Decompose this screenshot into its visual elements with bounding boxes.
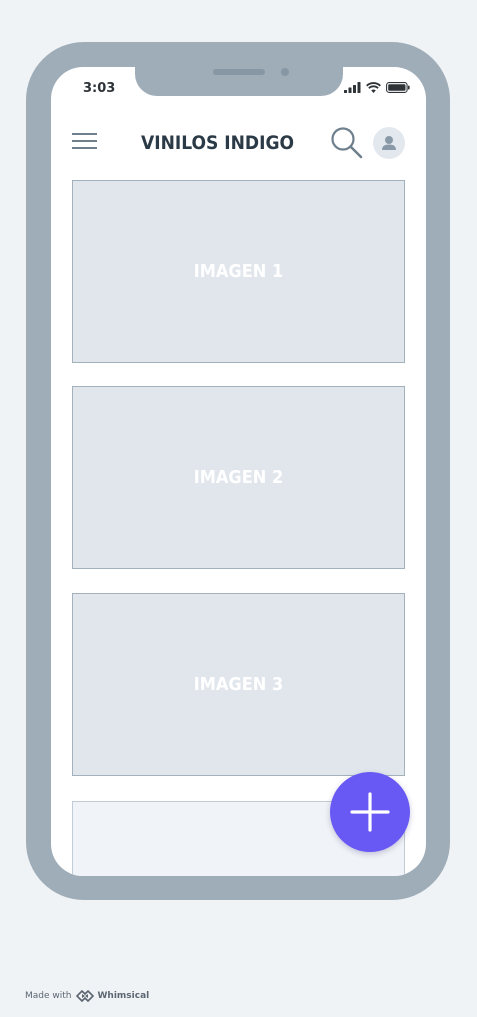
cellular-signal-icon [344,82,361,93]
status-time: 3:03 [83,81,116,96]
search-icon[interactable] [330,126,364,160]
card-label: IMAGEN 3 [193,674,284,695]
user-avatar-icon [382,136,396,150]
image-card-3[interactable]: IMAGEN 3 [72,593,405,776]
card-label: IMAGEN 1 [193,261,284,282]
app-header: VINILOS INDIGO [51,121,426,165]
speaker-grille [213,69,265,75]
image-card-2[interactable]: IMAGEN 2 [72,386,405,569]
wifi-icon [366,82,381,93]
footer-brand: Whimsical [97,991,150,1001]
user-avatar[interactable] [373,127,405,159]
status-icons [344,82,410,93]
image-card-1[interactable]: IMAGEN 1 [72,180,405,363]
whimsical-logo-icon [75,990,94,1002]
made-with-footer: Made with Whimsical [25,990,149,1002]
phone-screen: 3:03 VINILOS INDIGO IMAGEN 1 IMAGEN 2 IM… [51,67,426,876]
footer-prefix: Made with [25,991,72,1001]
phone-notch [135,67,343,96]
add-button[interactable] [330,772,410,852]
battery-icon [386,82,410,93]
card-label: IMAGEN 2 [193,467,284,488]
plus-icon [350,792,390,832]
app-title: VINILOS INDIGO [141,132,295,154]
hamburger-menu-icon[interactable] [72,131,98,151]
front-camera [281,68,289,76]
